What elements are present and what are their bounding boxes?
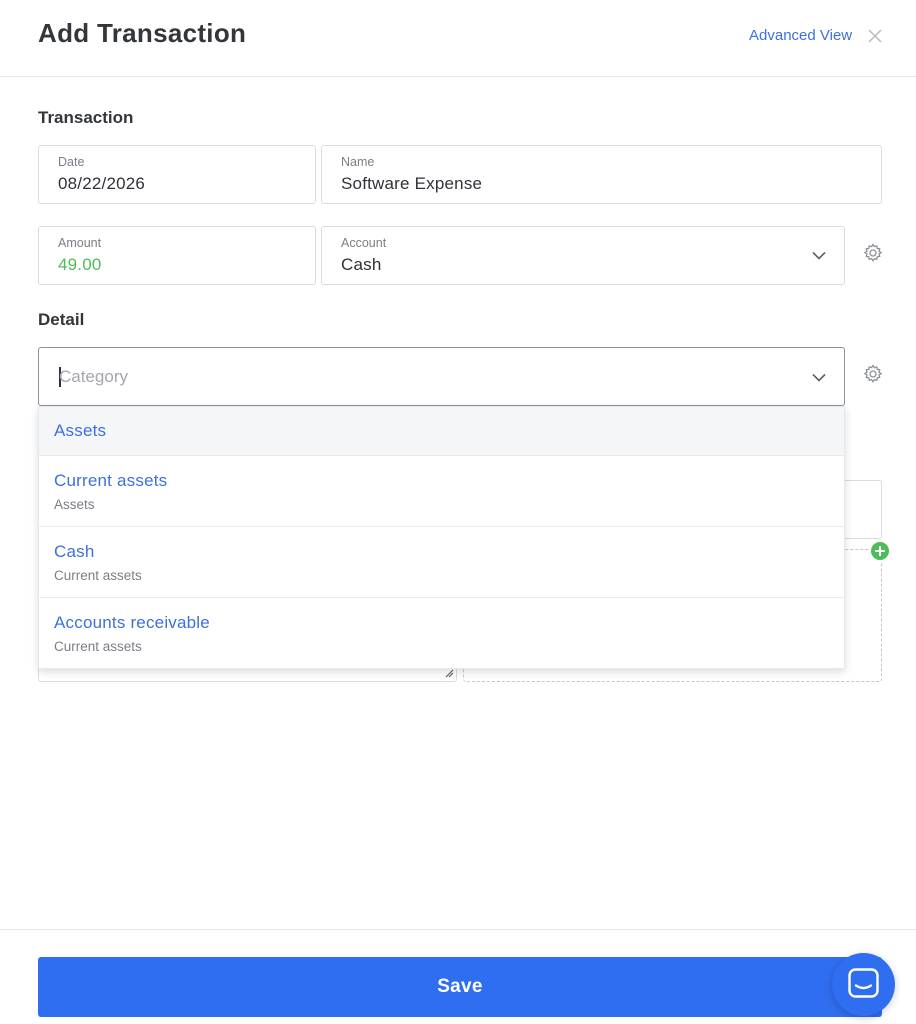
footer-divider <box>0 929 916 930</box>
category-dropdown: Assets Current assets Assets Cash Curren… <box>38 406 845 669</box>
dropdown-option[interactable]: Accounts receivable Current assets <box>39 598 844 668</box>
amount-label: Amount <box>58 236 102 250</box>
advanced-view-link[interactable]: Advanced View <box>749 27 852 44</box>
chat-icon <box>848 968 879 998</box>
account-label: Account <box>341 236 387 250</box>
chevron-down-icon[interactable] <box>812 251 826 260</box>
option-label: Cash <box>54 542 95 561</box>
chevron-down-icon[interactable] <box>812 373 826 382</box>
chat-launcher-button[interactable] <box>832 953 895 1016</box>
category-placeholder: Category <box>59 367 128 386</box>
dropdown-option[interactable]: Cash Current assets <box>39 527 844 598</box>
resize-handle-icon[interactable] <box>444 668 454 678</box>
amount-field[interactable]: Amount 49.00 <box>38 226 316 285</box>
modal-header: Add Transaction Advanced View <box>0 0 916 77</box>
option-label: Accounts receivable <box>54 613 210 632</box>
account-value: Cash <box>341 255 382 274</box>
category-input[interactable]: Category <box>38 347 845 406</box>
name-field[interactable]: Name Software Expense <box>321 145 882 204</box>
transaction-section-title: Transaction <box>38 108 134 127</box>
option-parent: Current assets <box>54 639 142 654</box>
detail-section-title: Detail <box>38 310 85 329</box>
option-parent: Current assets <box>54 568 142 583</box>
date-label: Date <box>58 155 85 169</box>
name-value: Software Expense <box>341 174 483 193</box>
date-field[interactable]: Date 08/22/2026 <box>38 145 316 204</box>
close-icon[interactable] <box>867 28 883 44</box>
add-attachment-icon[interactable] <box>869 540 891 562</box>
dropdown-option[interactable]: Assets <box>39 407 844 456</box>
account-select[interactable]: Account Cash <box>321 226 845 285</box>
gear-icon[interactable] <box>863 243 883 263</box>
option-label: Assets <box>54 421 107 440</box>
gear-icon[interactable] <box>863 364 883 384</box>
date-value: 08/22/2026 <box>58 174 146 193</box>
name-label: Name <box>341 155 375 169</box>
amount-value: 49.00 <box>58 255 102 274</box>
page-title: Add Transaction <box>38 18 247 48</box>
save-button[interactable]: Save <box>38 957 882 1017</box>
dropdown-option[interactable]: Current assets Assets <box>39 456 844 527</box>
option-parent: Assets <box>54 497 95 512</box>
option-label: Current assets <box>54 471 168 490</box>
